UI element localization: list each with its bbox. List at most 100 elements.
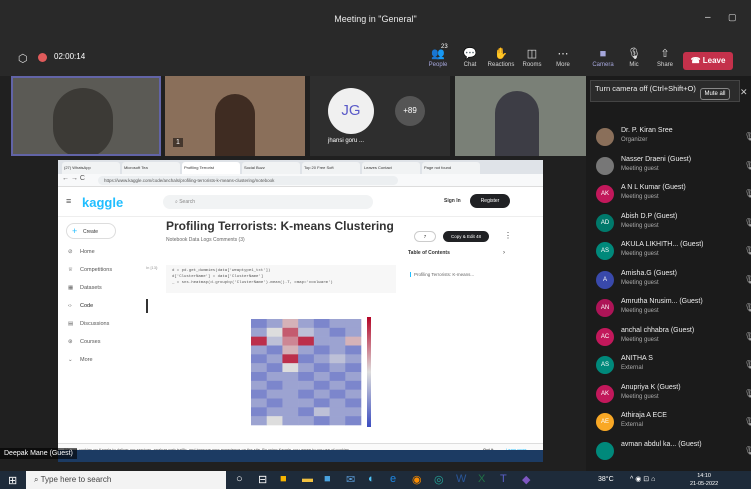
kaggle-sidebar: + Create ⊘ Home ♕ Competitions ▦ Datasets ‹›… [58, 217, 148, 462]
participant-row[interactable]: Nasser Draeni (Guest) Meeting guest 🎙 [596, 155, 751, 183]
more-button[interactable]: ⋯ More [548, 46, 578, 76]
nav-code[interactable]: ‹› Code [68, 303, 93, 309]
rooms-button[interactable]: ◫ Rooms [517, 46, 547, 76]
chevron-right-icon[interactable]: › [503, 250, 505, 256]
search-input[interactable]: ⌕ Search [163, 195, 373, 209]
register-button[interactable]: Register [470, 194, 510, 208]
mic-muted-icon: 🎙 [744, 445, 751, 455]
kebab-icon[interactable]: ⋮ [504, 231, 512, 240]
word-icon[interactable]: W [456, 473, 466, 485]
code-cell[interactable]: d = pd.get_dummies(data['weaptype1_txt']… [166, 265, 396, 293]
nav-home[interactable]: ⊘ Home [68, 249, 95, 255]
participant-role: Organizer [621, 137, 648, 143]
system-tray-icons[interactable]: ^ ◉ ⊡ ⌂ [630, 475, 655, 483]
participant-role: Meeting guest [621, 393, 659, 400]
participant-name: Abish D.P (Guest) [621, 212, 678, 220]
share-button[interactable]: ⇧ Share [650, 46, 680, 76]
participant-row[interactable]: AD Abish D.P (Guest) Meeting guest 🎙 [596, 212, 751, 240]
mic-button[interactable]: 🎙 Mic [619, 46, 649, 76]
more-participants[interactable]: +89 [395, 96, 425, 126]
camera-button[interactable]: ■ Camera [588, 46, 618, 76]
maximize-icon[interactable]: ▢ [728, 12, 737, 23]
signin-link[interactable]: Sign In [444, 198, 461, 204]
participant-row[interactable]: avman abdul ka... (Guest) 🎙 [596, 440, 751, 468]
copy-edit-button[interactable]: Copy & Edit 48 [443, 231, 489, 242]
kaggle-logo[interactable]: kaggle [82, 195, 123, 210]
nav-more[interactable]: ⌄ More [68, 357, 93, 363]
widgets-icon[interactable]: ⊟ [258, 473, 267, 486]
video-tile-name: jhansi goru ... [328, 138, 365, 144]
video-tile[interactable] [11, 76, 161, 156]
mute-all-button[interactable]: Mute all [700, 88, 730, 100]
video-tile[interactable]: 1 [165, 76, 305, 156]
chrome-icon[interactable]: ◉ [412, 473, 422, 486]
leave-button[interactable]: ☎ Leave [683, 52, 733, 70]
menu-icon[interactable]: ≡ [66, 196, 71, 206]
participant-row[interactable]: AK Anupriya K (Guest) Meeting guest 🎙 [596, 383, 751, 411]
participant-row[interactable]: AS ANITHA S External 🎙 [596, 354, 751, 382]
participant-name: Anupriya K (Guest) [621, 383, 681, 391]
address-bar: ← → C https://www.kaggle.com/code/anchal… [58, 174, 543, 187]
url-field[interactable]: https://www.kaggle.com/code/anchals/prof… [98, 176, 398, 185]
browser-tab[interactable]: Top 20 Free Soft [302, 162, 360, 174]
reactions-button[interactable]: ✋ Reactions [486, 46, 516, 76]
notebook-tabs[interactable]: Notebook Data Logs Comments (3) [166, 237, 245, 243]
excel-icon[interactable]: X [478, 473, 485, 485]
table-icon: ▦ [68, 285, 74, 291]
minimize-icon[interactable]: – [705, 12, 711, 23]
plus-icon: + [72, 226, 78, 236]
browser-tab[interactable]: Profiling Terrorist [182, 162, 240, 174]
code-icon: ‹› [68, 303, 72, 309]
participant-row[interactable]: AK A N L Kumar (Guest) Meeting guest 🎙 [596, 183, 751, 211]
nav-arrows-icon[interactable]: ← → C [62, 175, 85, 182]
mail-icon[interactable]: ✉ [346, 473, 355, 486]
participant-role: Meeting guest [621, 336, 659, 343]
people-button[interactable]: 👥 People [423, 46, 453, 76]
edge-icon[interactable]: ◐ [368, 473, 375, 485]
folder-icon[interactable]: ▬ [302, 473, 313, 485]
windows-start-icon[interactable]: ⊞ [8, 474, 17, 487]
browser-tab[interactable]: Leaves Contact [362, 162, 420, 174]
teams-icon[interactable]: ■ [324, 473, 331, 485]
browser-tab[interactable]: Social Buzz [242, 162, 300, 174]
mic-muted-icon: 🎙 [744, 160, 751, 170]
create-button[interactable]: + Create [66, 223, 116, 239]
participant-row[interactable]: Dr. P. Kiran Sree Organizer 🎙 [596, 126, 751, 154]
taskbar-search-input[interactable]: ⌕ Type here to search [26, 471, 226, 489]
mic-muted-icon: 🎙 [744, 303, 751, 312]
ie-icon[interactable]: e [390, 473, 396, 485]
clock[interactable]: 14:10 21-05-2022 [690, 472, 718, 488]
participant-row[interactable]: AC anchal chhabra (Guest) Meeting guest 🎙 [596, 326, 751, 354]
store-icon[interactable]: ■ [280, 473, 287, 485]
toc-item[interactable]: Profiling Terrorists: K-means... [410, 272, 490, 277]
task-view-icon[interactable]: ○ [236, 473, 243, 485]
browser-tab[interactable]: (27) WhatsApp [62, 162, 120, 174]
window-title: Meeting in "General" [334, 14, 417, 24]
chat-button[interactable]: 💬 Chat [455, 46, 485, 76]
app2-icon[interactable]: ◆ [522, 473, 530, 486]
participant-row[interactable]: AS AKULA LIKHITH... (Guest) Meeting guest 🎙 [596, 240, 751, 268]
app-icon[interactable]: ◎ [434, 473, 444, 486]
upvote-button[interactable]: 7 [414, 231, 436, 242]
close-icon[interactable]: ✕ [740, 87, 748, 98]
teams-meeting-icon[interactable]: T [500, 473, 507, 485]
participant-row[interactable]: AN Amrutha Nrusim... (Guest) Meeting guest… [596, 297, 751, 325]
participant-role: Meeting guest [621, 279, 659, 286]
participant-row[interactable]: AE Athiraja A ECE External 🎙 [596, 411, 751, 439]
mic-muted-icon: 🎙 [744, 274, 751, 284]
nav-discussions[interactable]: ▤ Discussions [68, 321, 109, 327]
video-tile[interactable]: JG jhansi goru ... +89 [310, 76, 450, 156]
presenter-name: Deepak Mane (Guest) [0, 448, 77, 459]
avatar: JG [328, 88, 374, 134]
participant-name: Dr. P. Kiran Sree [621, 127, 673, 134]
nav-competitions[interactable]: ♕ Competitions [68, 267, 112, 273]
browser-tab[interactable]: Microsoft Tea [122, 162, 180, 174]
participant-row[interactable]: A Amisha.G (Guest) Meeting guest 🎙 [596, 269, 751, 297]
nav-datasets[interactable]: ▦ Datasets [68, 285, 102, 291]
participant-name: Amrutha Nrusim... (Guest) [621, 298, 703, 305]
participant-role: Meeting guest [621, 165, 659, 172]
nav-courses[interactable]: ⊛ Courses [68, 339, 100, 345]
mic-muted-icon: 🎙 [744, 132, 751, 141]
video-tile[interactable] [455, 76, 586, 156]
browser-tab[interactable]: Page not found [422, 162, 480, 174]
